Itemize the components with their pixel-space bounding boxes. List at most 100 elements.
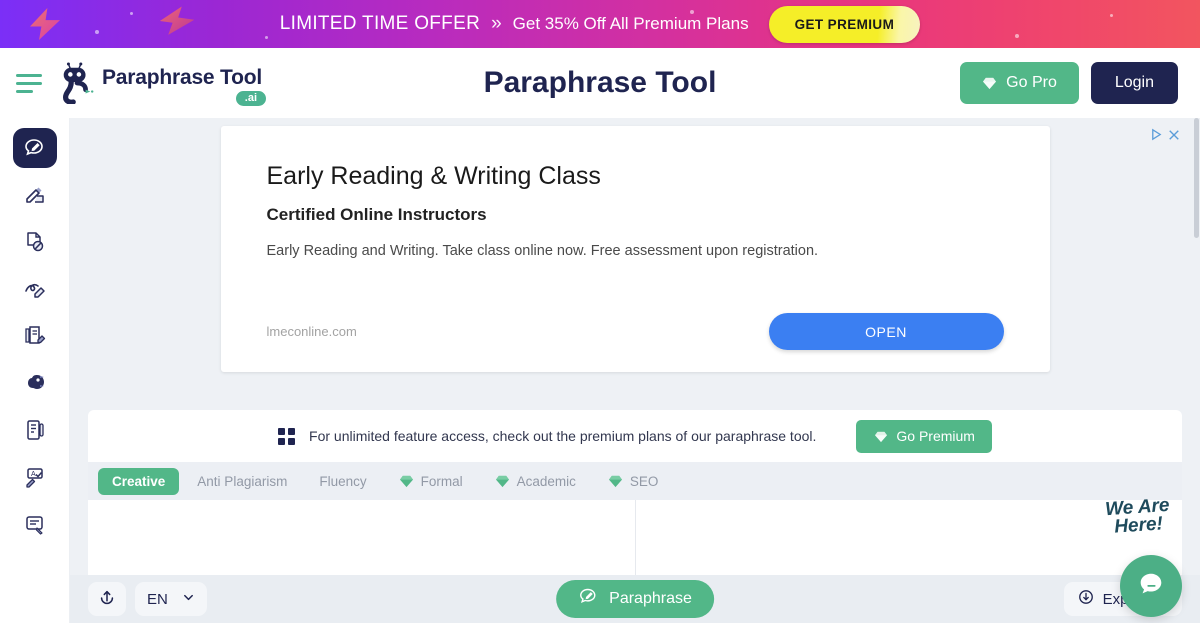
hand-writing-icon	[25, 187, 44, 203]
grammar-check-icon: A	[25, 468, 43, 488]
promo-offer: Get 35% Off All Premium Plans	[512, 14, 749, 33]
input-pane	[88, 500, 636, 582]
sidebar-item-text-tools[interactable]	[13, 504, 57, 544]
header-actions: Go Pro Login	[960, 62, 1178, 104]
mode-tabs: Creative Anti Plagiarism Fluency Formal …	[88, 462, 1182, 500]
robot-logo-icon	[58, 62, 96, 105]
upload-icon	[98, 589, 116, 610]
close-icon[interactable]	[1168, 128, 1180, 146]
sidebar-item-ai-writer[interactable]	[13, 175, 57, 215]
spark-dot	[1110, 14, 1113, 17]
ad-description: Early Reading and Writing. Take class on…	[266, 243, 819, 259]
promo-label: LIMITED TIME OFFER	[279, 13, 481, 34]
logo-ai-badge: .ai	[235, 91, 266, 106]
hamburger-line	[16, 81, 42, 85]
login-button[interactable]: Login	[1090, 62, 1178, 104]
tab-label: Academic	[516, 473, 576, 489]
svg-text:A: A	[31, 471, 36, 478]
ad-footer: lmeconline.com OPEN	[267, 313, 1004, 350]
double-chevron-icon: »	[491, 13, 502, 34]
spark-dot	[1015, 34, 1019, 38]
spark-dot	[265, 36, 268, 39]
sidebar-item-rewriter[interactable]	[13, 269, 57, 309]
logo-text: Paraphrase Tool	[102, 66, 262, 89]
get-premium-button[interactable]: GET PREMIUM	[768, 5, 921, 43]
brain-ai-icon	[27, 375, 44, 389]
app-header: Paraphrase Tool .ai Paraphrase Tool Go P…	[0, 48, 1200, 118]
document-pen-icon	[24, 326, 45, 344]
hamburger-line	[16, 89, 33, 93]
body-area: A Early Reading & Writing Class Certifie…	[0, 118, 1200, 623]
ad-subtitle: Certified Online Instructors	[266, 205, 487, 224]
tab-academic[interactable]: Academic	[481, 468, 590, 495]
premium-message: For unlimited feature access, check out …	[309, 428, 817, 444]
app-root: LIMITED TIME OFFER » Get 35% Off All Pre…	[0, 0, 1200, 623]
output-pane	[635, 500, 1182, 582]
logo[interactable]: Paraphrase Tool .ai	[58, 62, 266, 106]
diamond-icon	[399, 475, 414, 488]
menu-hamburger-icon[interactable]	[10, 73, 44, 93]
diamond-icon	[495, 475, 510, 488]
sidebar-item-grammar-checker[interactable]: A	[13, 457, 57, 497]
sidebar-item-content-editor[interactable]	[13, 316, 57, 356]
tab-anti-plagiarism[interactable]: Anti Plagiarism	[183, 468, 301, 495]
go-pro-label: Go Pro	[1006, 74, 1057, 91]
sidebar-item-summarizer[interactable]	[13, 410, 57, 450]
sidebar-item-ai-detector[interactable]	[13, 363, 57, 403]
bottom-toolbar: EN Paraphrase	[70, 575, 1200, 623]
left-sidebar: A	[0, 118, 70, 623]
document-block-icon	[26, 232, 43, 252]
lightning-bolt-icon	[158, 4, 196, 38]
tab-seo[interactable]: SEO	[594, 468, 673, 495]
lightning-bolt-icon	[30, 8, 60, 40]
editor-panes	[88, 500, 1182, 582]
scribble-pen-icon	[24, 283, 45, 298]
tab-label: Anti Plagiarism	[197, 473, 288, 489]
ad-card[interactable]: Early Reading & Writing Class Certified …	[220, 126, 1050, 372]
scrollbar-thumb[interactable]	[1194, 118, 1199, 238]
tab-fluency[interactable]: Fluency	[305, 468, 380, 495]
go-premium-label: Go Premium	[896, 428, 975, 444]
chat-bubble-icon	[1136, 569, 1166, 604]
ad-controls	[1150, 128, 1180, 146]
advertisement-zone: Early Reading & Writing Class Certified …	[88, 126, 1182, 398]
tab-creative[interactable]: Creative	[98, 467, 180, 495]
premium-strip: For unlimited feature access, check out …	[88, 410, 1182, 462]
output-textarea[interactable]	[635, 500, 1182, 582]
ad-title: Early Reading & Writing Class	[266, 162, 601, 190]
promo-message: LIMITED TIME OFFER » Get 35% Off All Pre…	[280, 13, 749, 35]
go-premium-button[interactable]: Go Premium	[856, 419, 992, 453]
language-selector[interactable]: EN	[135, 582, 207, 616]
document-lines-icon	[26, 420, 44, 440]
text-cursor-icon	[25, 516, 43, 535]
paraphrase-label: Paraphrase	[609, 590, 692, 607]
tab-label: Fluency	[319, 473, 367, 489]
grid-icon	[278, 427, 296, 445]
sidebar-item-plagiarism-checker[interactable]	[13, 222, 57, 262]
promo-banner: LIMITED TIME OFFER » Get 35% Off All Pre…	[0, 0, 1200, 48]
tab-label: Creative	[112, 473, 166, 489]
ad-open-button[interactable]: OPEN	[768, 313, 1004, 350]
chevron-down-icon	[182, 591, 195, 608]
diamond-icon	[873, 430, 888, 443]
chat-widget-button[interactable]	[1120, 555, 1182, 617]
upload-button[interactable]	[88, 582, 126, 616]
diamond-icon	[982, 77, 997, 90]
main-content: Early Reading & Writing Class Certified …	[70, 118, 1200, 623]
paraphrase-icon	[24, 139, 43, 156]
tab-formal[interactable]: Formal	[385, 468, 477, 495]
paraphrase-button[interactable]: Paraphrase	[556, 580, 714, 618]
go-pro-button[interactable]: Go Pro	[960, 62, 1079, 104]
spark-dot	[130, 12, 133, 15]
spark-dot	[95, 30, 99, 34]
download-icon	[1078, 589, 1094, 609]
input-textarea[interactable]	[88, 500, 635, 582]
diamond-icon	[608, 475, 623, 488]
sidebar-item-paraphrase[interactable]	[12, 128, 57, 168]
paraphrase-icon	[578, 586, 599, 612]
ad-domain: lmeconline.com	[266, 324, 357, 339]
ad-choices-icon[interactable]	[1150, 128, 1163, 146]
tab-label: Formal	[420, 473, 463, 489]
language-value: EN	[147, 590, 168, 608]
tab-label: SEO	[629, 473, 659, 489]
